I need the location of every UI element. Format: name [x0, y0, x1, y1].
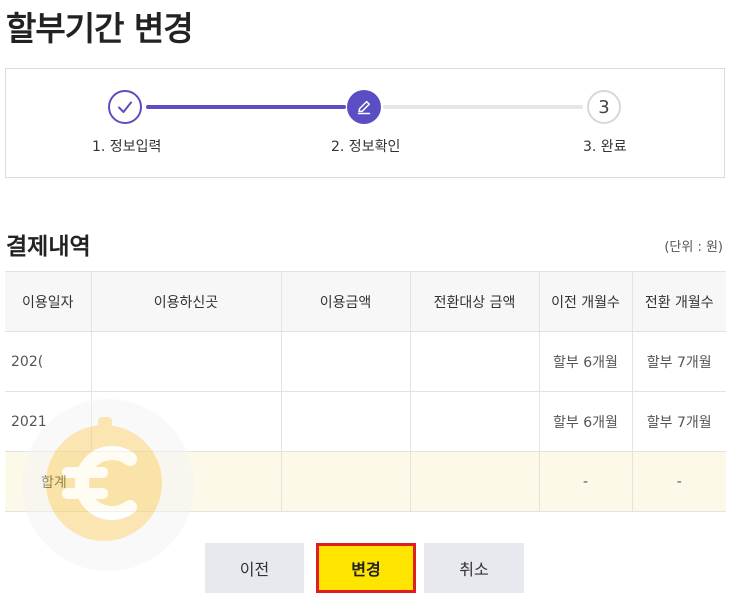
column-header-target-amount: 전환대상 금액	[409, 271, 540, 332]
step-2-label: 2. 정보확인	[331, 139, 401, 155]
cell-new-months: 할부 7개월	[631, 391, 726, 452]
cell-date: 202(	[5, 331, 92, 392]
cell-date: 2021	[5, 391, 92, 452]
cancel-button[interactable]: 취소	[424, 543, 524, 593]
unit-note: (단위 : 원)	[664, 240, 723, 255]
table-row: 202( 할부 6개월 할부 7개월	[5, 331, 726, 392]
total-amount	[280, 451, 411, 512]
total-prev-months: -	[538, 451, 633, 512]
step-3-indicator: 3	[587, 90, 621, 124]
column-header-prev-months: 이전 개월수	[538, 271, 633, 332]
change-button[interactable]: 변경	[316, 543, 416, 593]
step-progress-line-pending	[383, 105, 583, 109]
step-1-label: 1. 정보입력	[92, 139, 162, 155]
step-progress-line-done	[146, 105, 346, 109]
total-label: 합계	[5, 451, 282, 512]
cell-place	[90, 391, 282, 452]
step-3-number: 3	[598, 96, 610, 118]
cell-prev-months: 할부 6개월	[538, 331, 633, 392]
page-title: 할부기간 변경	[6, 9, 194, 48]
column-header-new-months: 전환 개월수	[631, 271, 726, 332]
cell-amount	[280, 391, 411, 452]
column-header-amount: 이용금액	[280, 271, 411, 332]
column-header-date: 이용일자	[5, 271, 92, 332]
cell-new-months: 할부 7개월	[631, 331, 726, 392]
table-row: 2021 할부 6개월 할부 7개월	[5, 391, 726, 452]
payment-table: 이용일자 이용하신곳 이용금액 전환대상 금액 이전 개월수 전환 개월수 20…	[5, 271, 726, 512]
cell-prev-months: 할부 6개월	[538, 391, 633, 452]
step-3-label: 3. 완료	[583, 139, 627, 155]
total-target-amount	[409, 451, 540, 512]
cell-place	[90, 331, 282, 392]
column-header-place: 이용하신곳	[90, 271, 282, 332]
total-new-months: -	[631, 451, 726, 512]
step-2-indicator	[347, 90, 381, 124]
table-total-row: 합계 - -	[5, 451, 726, 512]
cell-target-amount	[409, 331, 540, 392]
cell-target-amount	[409, 391, 540, 452]
pencil-icon	[357, 100, 371, 115]
cell-amount	[280, 331, 411, 392]
prev-button[interactable]: 이전	[205, 543, 304, 593]
step-1-indicator	[108, 90, 142, 124]
section-title: 결제내역	[6, 234, 91, 260]
progress-stepper: 3 1. 정보입력 2. 정보확인 3. 완료	[5, 68, 725, 178]
check-icon	[118, 101, 132, 113]
table-header-row: 이용일자 이용하신곳 이용금액 전환대상 금액 이전 개월수 전환 개월수	[5, 271, 726, 332]
